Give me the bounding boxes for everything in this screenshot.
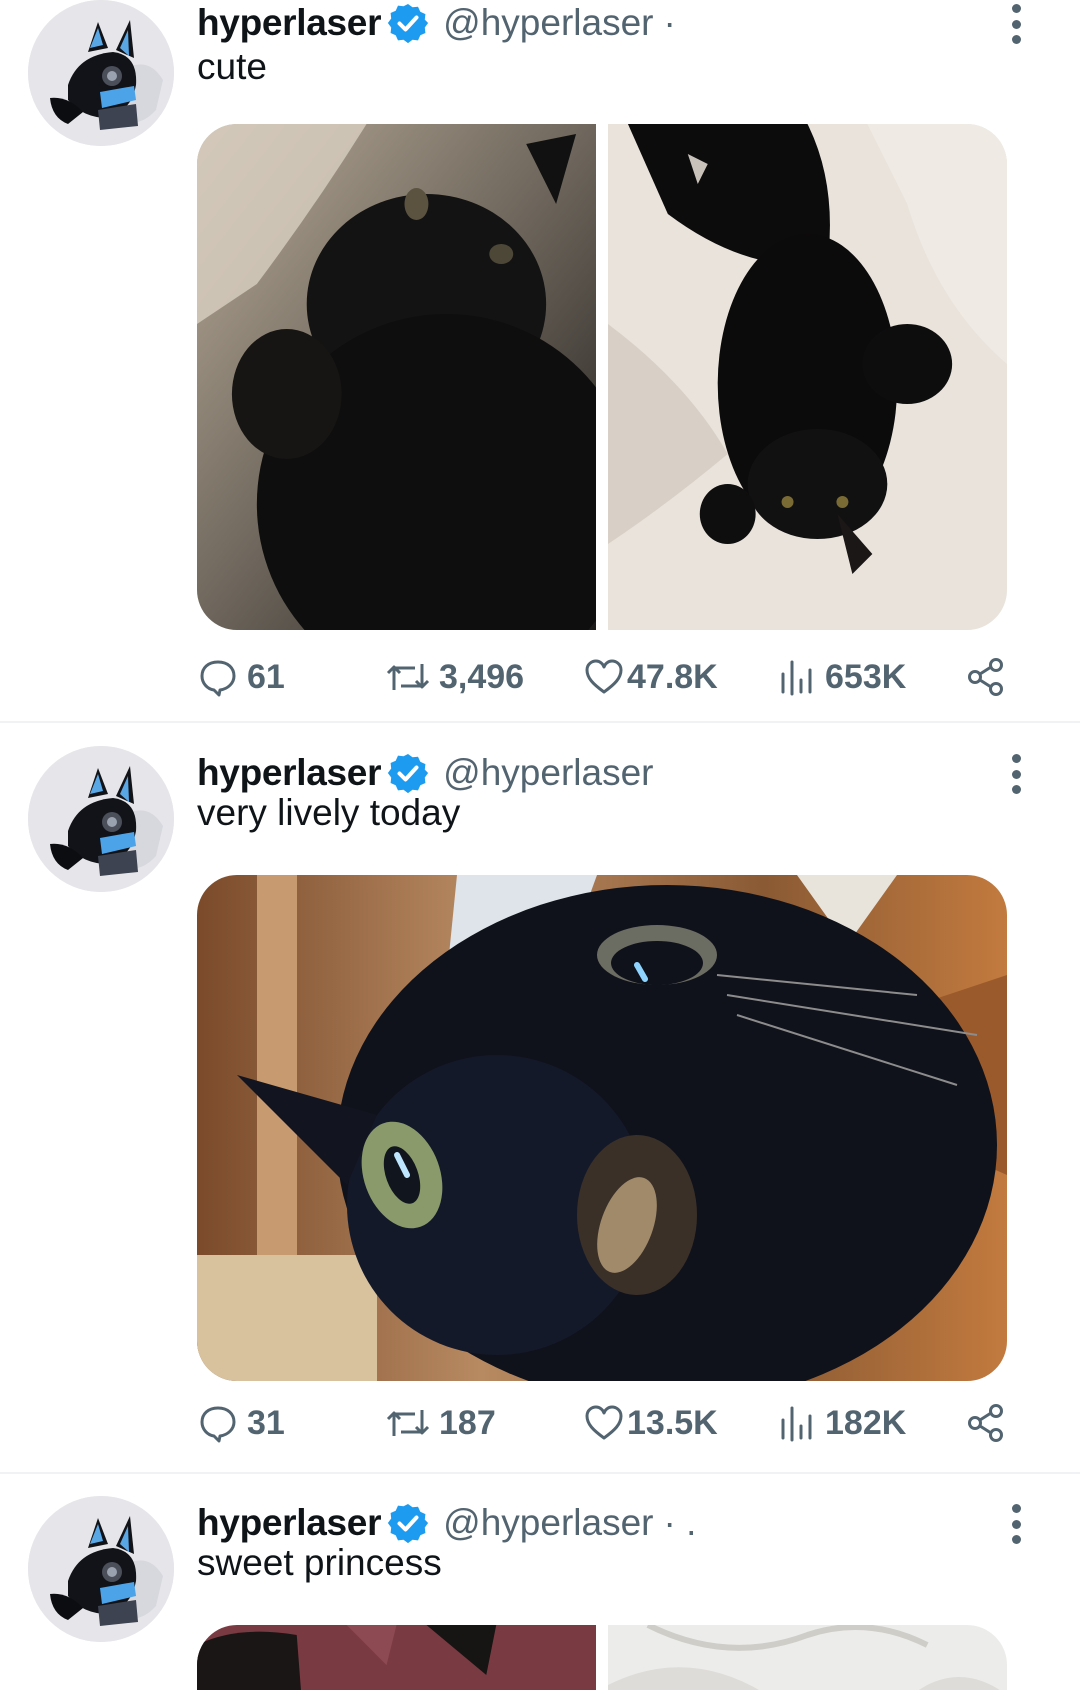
timestamp-separator: · (663, 2, 676, 43)
views-chart-icon (781, 1406, 812, 1442)
like-button[interactable]: 13.5K (583, 1398, 718, 1448)
tweet-photo[interactable] (608, 1625, 1007, 1690)
tweet-media[interactable] (197, 124, 1007, 630)
tweet-divider (0, 1472, 1080, 1474)
author-name[interactable]: hyperlaser (197, 752, 381, 794)
tweet-actions: 61 3,496 47.8K 653K (197, 652, 1017, 702)
heart-icon (585, 659, 623, 694)
tweet-photo[interactable] (608, 124, 1007, 630)
tweet-header: hyperlaser @hyperlaser (197, 748, 663, 798)
tweet-text: cute (197, 46, 267, 87)
reply-count: 61 (247, 657, 285, 696)
avatar[interactable] (28, 746, 174, 892)
tweet-photo[interactable] (197, 875, 1007, 1381)
heart-icon (585, 1405, 623, 1440)
retweet-icon (386, 664, 430, 690)
more-options-icon[interactable] (1008, 1504, 1024, 1544)
more-options-icon[interactable] (1008, 754, 1024, 794)
reply-icon (200, 1406, 236, 1443)
share-button[interactable] (965, 1398, 1007, 1448)
like-count: 47.8K (627, 657, 718, 696)
tweet-text: very lively today (197, 792, 461, 833)
reply-button[interactable]: 61 (197, 652, 285, 702)
avatar[interactable] (28, 1496, 174, 1642)
share-icon (968, 1404, 1003, 1442)
retweet-count: 3,496 (439, 657, 525, 696)
share-button[interactable] (965, 652, 1007, 702)
tweet-media[interactable] (197, 1625, 1007, 1690)
tweet-divider (0, 721, 1080, 723)
tweet-header: hyperlaser @hyperlaser · (197, 0, 676, 48)
author-name[interactable]: hyperlaser (197, 1502, 381, 1544)
views-count: 653K (825, 657, 907, 696)
like-button[interactable]: 47.8K (583, 652, 718, 702)
tweet-text: sweet princess (197, 1542, 442, 1583)
timestamp-separator: · . (663, 1502, 697, 1543)
avatar[interactable] (28, 0, 174, 146)
author-handle[interactable]: @hyperlaser (443, 752, 653, 794)
author-handle[interactable]: @hyperlaser (443, 1502, 653, 1544)
tweet-media[interactable] (197, 875, 1007, 1381)
views-button[interactable]: 653K (777, 652, 906, 702)
share-icon (968, 658, 1003, 696)
tweet-actions: 31 187 13.5K 182K (197, 1398, 1017, 1448)
tweet[interactable]: hyperlaser @hyperlaser · . sweet princes… (0, 1496, 1080, 1690)
reply-button[interactable]: 31 (197, 1398, 285, 1448)
author-handle[interactable]: @hyperlaser (443, 2, 653, 44)
views-chart-icon (781, 660, 812, 696)
like-count: 13.5K (627, 1403, 718, 1442)
retweet-button[interactable]: 187 (385, 1398, 496, 1448)
views-count: 182K (825, 1403, 907, 1442)
verified-badge-icon (387, 1502, 430, 1544)
more-options-icon[interactable] (1008, 4, 1024, 44)
verified-badge-icon (387, 2, 430, 44)
tweet-header: hyperlaser @hyperlaser · . (197, 1498, 696, 1548)
retweet-button[interactable]: 3,496 (385, 652, 524, 702)
tweet[interactable]: hyperlaser @hyperlaser very lively today (0, 746, 1080, 1470)
author-name[interactable]: hyperlaser (197, 2, 381, 44)
tweet-photo[interactable] (197, 1625, 596, 1690)
reply-count: 31 (247, 1403, 285, 1442)
views-button[interactable]: 182K (777, 1398, 906, 1448)
reply-icon (200, 660, 236, 697)
verified-badge-icon (387, 752, 430, 794)
retweet-icon (386, 1410, 430, 1436)
tweet-photo[interactable] (197, 124, 596, 630)
retweet-count: 187 (439, 1403, 496, 1442)
tweet[interactable]: hyperlaser @hyperlaser · cute 61 3,496 4… (0, 0, 1080, 722)
